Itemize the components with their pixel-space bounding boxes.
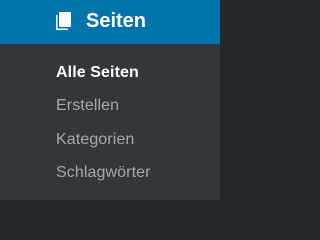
submenu: Alle Seiten Erstellen Kategorien Schlagw… (0, 44, 220, 200)
menu-header-label: Seiten (86, 10, 147, 32)
pages-icon (53, 10, 73, 30)
submenu-item-label: Alle Seiten (56, 64, 139, 81)
menu-header-pages[interactable]: Seiten (0, 0, 220, 44)
submenu-item-schlagwoerter[interactable]: Schlagwörter (0, 156, 220, 190)
submenu-item-label: Schlagwörter (56, 164, 151, 181)
submenu-item-erstellen[interactable]: Erstellen (0, 89, 220, 123)
submenu-item-kategorien[interactable]: Kategorien (0, 123, 220, 157)
submenu-item-alle-seiten[interactable]: Alle Seiten (0, 56, 220, 90)
submenu-item-label: Kategorien (56, 131, 135, 148)
submenu-item-label: Erstellen (56, 97, 120, 114)
admin-menu-pages: Seiten Alle Seiten Erstellen Kategorien … (0, 0, 220, 200)
